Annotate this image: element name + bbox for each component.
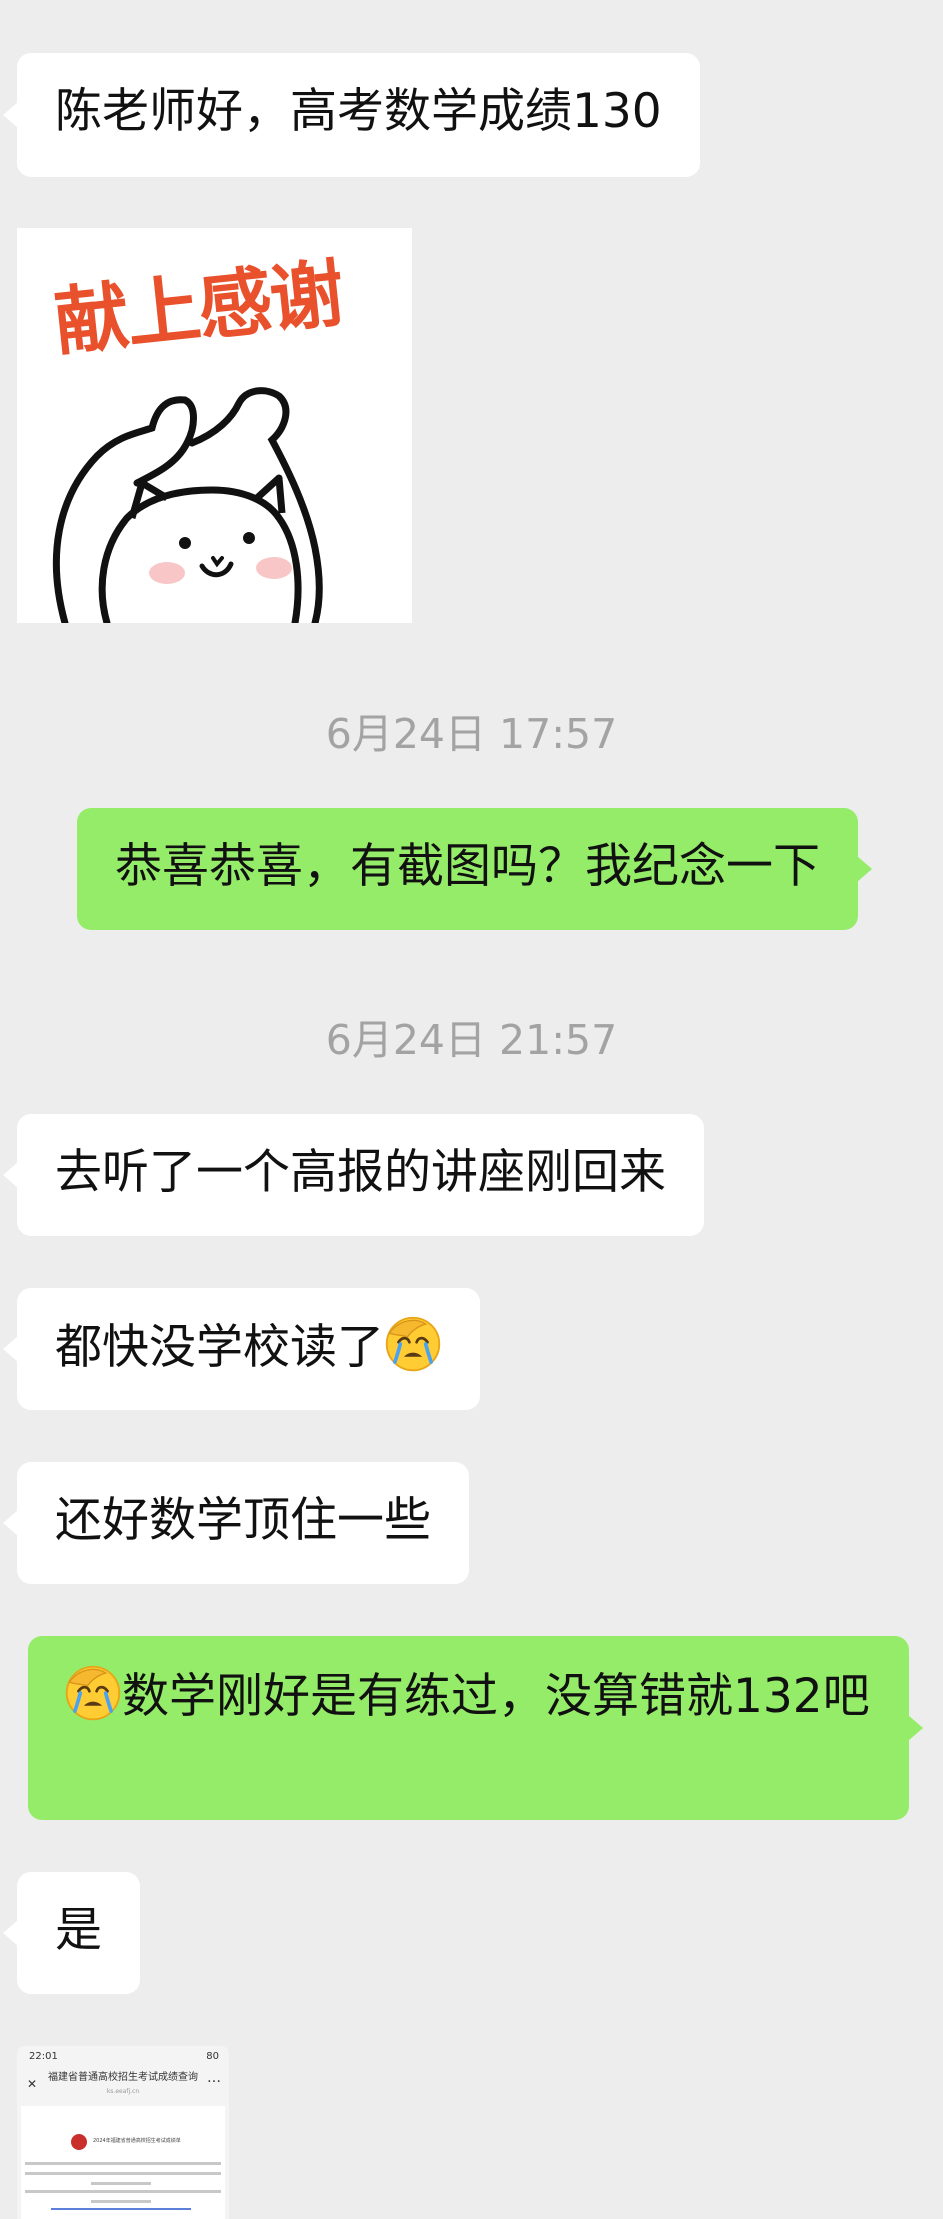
- message-text: 数学刚好是有练过，没算错就132吧: [122, 1669, 870, 1724]
- thumb-page-title: 福建省普通高校招生考试成绩查询: [48, 2072, 198, 2083]
- facepalm-crying-emoji-icon: [385, 1316, 441, 1372]
- image-message-thumbnail[interactable]: 22:01 80 ✕ 福建省普通高校招生考试成绩查询 ks.eeafj.cn ……: [17, 2046, 229, 2219]
- thumb-status-bar: 22:01 80: [17, 2046, 229, 2068]
- thumb-seal-icon: [71, 2134, 87, 2150]
- message-bubble-outgoing[interactable]: 恭喜恭喜，有截图吗？我纪念一下: [77, 808, 872, 930]
- thumb-status-time: 22:01: [29, 2051, 58, 2062]
- thumb-link-line: [51, 2208, 191, 2210]
- message-bubble-incoming[interactable]: 都快没学校读了: [3, 1288, 480, 1410]
- message-text: 恭喜恭喜，有截图吗？我纪念一下: [115, 839, 820, 894]
- chat-view: 陈老师好，高考数学成绩130 献上感谢 6月24日 17:57 恭喜恭喜，有截图…: [0, 0, 943, 2219]
- message-bubble-incoming[interactable]: 还好数学顶住一些: [3, 1462, 469, 1584]
- cat-sticker-icon: [52, 387, 323, 623]
- thumb-table-line: [25, 2190, 221, 2193]
- message-text: 去听了一个高报的讲座刚回来: [55, 1145, 666, 1200]
- thumb-more-icon: …: [207, 2070, 221, 2086]
- timestamp: 6月24日 17:57: [325, 710, 618, 758]
- thumb-document: 2024年福建省普通高校招生考试成绩单: [21, 2106, 225, 2219]
- timestamp: 6月24日 21:57: [325, 1016, 618, 1064]
- thumb-table-line: [25, 2162, 221, 2165]
- sticker-thanks[interactable]: 献上感谢: [17, 228, 412, 623]
- thumb-table-line: [25, 2172, 221, 2175]
- thumb-table-line: [91, 2182, 151, 2185]
- thumb-page-url: ks.eeafj.cn: [106, 2088, 140, 2095]
- message-bubble-incoming[interactable]: 去听了一个高报的讲座刚回来: [3, 1114, 704, 1236]
- thumb-title-bar: ✕ 福建省普通高校招生考试成绩查询 ks.eeafj.cn …: [17, 2068, 229, 2102]
- thumb-battery: 80: [206, 2051, 219, 2062]
- message-text: 陈老师好，高考数学成绩130: [55, 84, 662, 139]
- message-bubble-incoming[interactable]: 是: [3, 1872, 140, 1994]
- thumb-table-line: [91, 2200, 151, 2203]
- message-text: 是: [55, 1903, 102, 1958]
- message-bubble-incoming[interactable]: 陈老师好，高考数学成绩130: [3, 53, 700, 177]
- message-text: 还好数学顶住一些: [55, 1493, 431, 1548]
- message-bubble-outgoing[interactable]: 数学刚好是有练过，没算错就132吧: [28, 1636, 923, 1820]
- thumb-close-icon: ✕: [27, 2077, 38, 2091]
- message-text: 都快没学校读了: [55, 1320, 384, 1375]
- thumb-doc-title: 2024年福建省普通高校招生考试成绩单: [93, 2138, 181, 2144]
- facepalm-crying-emoji-icon: [65, 1665, 121, 1721]
